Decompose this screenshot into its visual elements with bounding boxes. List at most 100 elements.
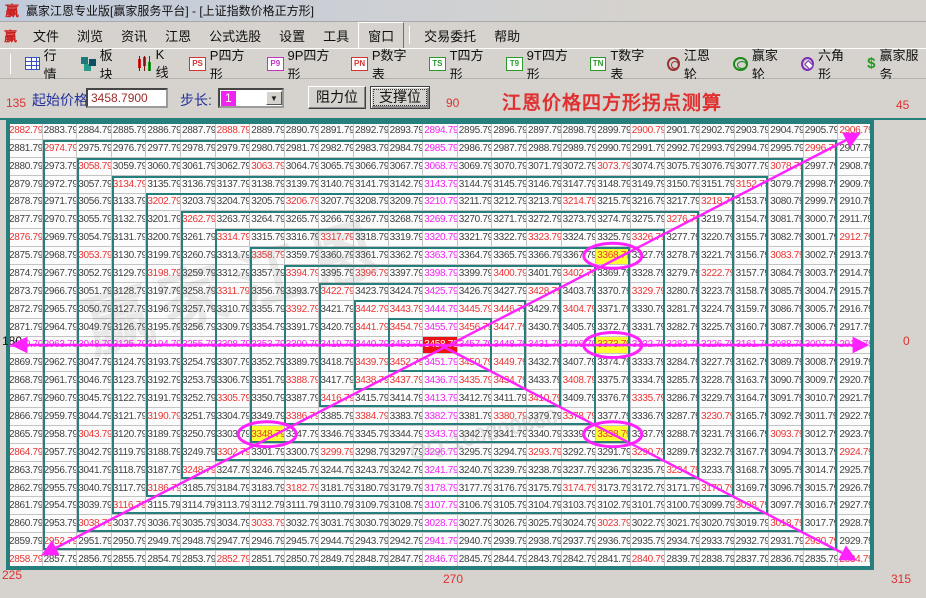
grid-cell[interactable]: 3251.7900 bbox=[181, 408, 215, 425]
grid-cell[interactable]: 2942.7900 bbox=[389, 533, 423, 550]
grid-cell[interactable]: 2975.7900 bbox=[77, 140, 111, 157]
grid-cell[interactable]: 3095.7900 bbox=[769, 462, 803, 479]
grid-cell[interactable]: 3259.7900 bbox=[181, 265, 215, 282]
grid-cell[interactable]: 2879.7900 bbox=[8, 176, 42, 193]
grid-cell[interactable]: 3070.7900 bbox=[492, 158, 526, 175]
grid-cell[interactable]: 3437.7900 bbox=[389, 372, 423, 389]
toolbar-item-3[interactable]: PSP四方形 bbox=[189, 45, 253, 83]
grid-cell[interactable]: 3420.7900 bbox=[319, 319, 353, 336]
grid-cell[interactable]: 2985.7900 bbox=[423, 140, 457, 157]
grid-cell[interactable]: 3235.7900 bbox=[631, 462, 665, 479]
grid-cell[interactable]: 2853.7900 bbox=[181, 551, 215, 568]
grid-cell[interactable]: 3131.7900 bbox=[112, 229, 146, 246]
grid-cell[interactable]: 3114.7900 bbox=[181, 497, 215, 514]
grid-cell[interactable]: 3298.7900 bbox=[354, 444, 388, 461]
grid-cell[interactable]: 3141.7900 bbox=[354, 176, 388, 193]
grid-cell[interactable]: 3363.7900 bbox=[423, 247, 457, 264]
grid-cell[interactable]: 2951.7900 bbox=[77, 533, 111, 550]
grid-cell[interactable]: 3071.7900 bbox=[527, 158, 561, 175]
grid-cell[interactable]: 3048.7900 bbox=[77, 337, 111, 354]
grid-cell[interactable]: 3096.7900 bbox=[769, 480, 803, 497]
grid-cell[interactable]: 3430.7900 bbox=[527, 319, 561, 336]
grid-cell[interactable]: 3383.7900 bbox=[389, 408, 423, 425]
grid-cell[interactable]: 3187.7900 bbox=[146, 462, 180, 479]
grid-cell[interactable]: 3105.7900 bbox=[492, 497, 526, 514]
grid-cell[interactable]: 3329.7900 bbox=[631, 283, 665, 300]
grid-cell[interactable]: 3060.7900 bbox=[146, 158, 180, 175]
grid-cell[interactable]: 3278.7900 bbox=[665, 247, 699, 264]
grid-cell[interactable]: 3415.7900 bbox=[354, 390, 388, 407]
grid-cell[interactable]: 3102.7900 bbox=[596, 497, 630, 514]
grid-cell[interactable]: 3431.7900 bbox=[527, 337, 561, 354]
grid-cell[interactable]: 2890.7900 bbox=[285, 122, 319, 139]
grid-cell[interactable]: 3130.7900 bbox=[112, 247, 146, 264]
grid-cell[interactable]: 3393.7900 bbox=[285, 283, 319, 300]
toolbar-item-6[interactable]: TST四方形 bbox=[429, 45, 492, 83]
grid-cell[interactable]: 3446.7900 bbox=[492, 301, 526, 318]
grid-cell[interactable]: 2866.7900 bbox=[8, 408, 42, 425]
grid-cell[interactable]: 3371.7900 bbox=[596, 301, 630, 318]
grid-cell[interactable]: 3098.7900 bbox=[735, 497, 769, 514]
grid-cell[interactable]: 3355.7900 bbox=[250, 301, 284, 318]
grid-cell[interactable]: 3031.7900 bbox=[319, 515, 353, 532]
grid-cell[interactable]: 2995.7900 bbox=[769, 140, 803, 157]
grid-cell[interactable]: 2888.7900 bbox=[216, 122, 250, 139]
grid-cell[interactable]: 3003.7900 bbox=[804, 265, 838, 282]
grid-cell[interactable]: 3041.7900 bbox=[77, 462, 111, 479]
grid-cell[interactable]: 2968.7900 bbox=[43, 247, 77, 264]
grid-cell[interactable]: 2873.7900 bbox=[8, 283, 42, 300]
grid-cell[interactable]: 2922.7900 bbox=[838, 408, 872, 425]
grid-cell[interactable]: 3047.7900 bbox=[77, 354, 111, 371]
grid-cell[interactable]: 3237.7900 bbox=[562, 462, 596, 479]
grid-cell[interactable]: 3156.7900 bbox=[735, 247, 769, 264]
grid-cell[interactable]: 2903.7900 bbox=[735, 122, 769, 139]
grid-cell[interactable]: 3245.7900 bbox=[285, 462, 319, 479]
grid-cell[interactable]: 3155.7900 bbox=[735, 229, 769, 246]
grid-cell[interactable]: 2918.7900 bbox=[838, 337, 872, 354]
grid-cell[interactable]: 3090.7900 bbox=[769, 372, 803, 389]
grid-cell[interactable]: 2916.7900 bbox=[838, 301, 872, 318]
toolbar-item-1[interactable]: 板块 bbox=[81, 45, 123, 83]
grid-cell[interactable]: 3227.7900 bbox=[700, 354, 734, 371]
grid-cell[interactable]: 3380.7900 bbox=[492, 408, 526, 425]
grid-cell[interactable]: 3286.7900 bbox=[665, 390, 699, 407]
grid-cell[interactable]: 3405.7900 bbox=[562, 319, 596, 336]
grid-cell[interactable]: 3185.7900 bbox=[181, 480, 215, 497]
grid-cell[interactable]: 2948.7900 bbox=[181, 533, 215, 550]
grid-cell[interactable]: 3254.7900 bbox=[181, 354, 215, 371]
grid-cell[interactable]: 3147.7900 bbox=[562, 176, 596, 193]
grid-cell[interactable]: 3206.7900 bbox=[285, 194, 319, 211]
grid-cell[interactable]: 3351.7900 bbox=[250, 372, 284, 389]
grid-cell[interactable]: 3320.7900 bbox=[423, 229, 457, 246]
grid-cell[interactable]: 3052.7900 bbox=[77, 265, 111, 282]
grid-cell[interactable]: 3038.7900 bbox=[77, 515, 111, 532]
grid-cell[interactable]: 2884.7900 bbox=[77, 122, 111, 139]
grid-cell[interactable]: 3285.7900 bbox=[665, 372, 699, 389]
grid-cell[interactable]: 3050.7900 bbox=[77, 301, 111, 318]
grid-cell[interactable]: 3168.7900 bbox=[735, 462, 769, 479]
grid-cell[interactable]: 3275.7900 bbox=[631, 211, 665, 228]
grid-cell[interactable]: 2872.7900 bbox=[8, 301, 42, 318]
grid-cell[interactable]: 2964.7900 bbox=[43, 319, 77, 336]
grid-cell[interactable]: 3188.7900 bbox=[146, 444, 180, 461]
grid-cell[interactable]: 3032.7900 bbox=[285, 515, 319, 532]
grid-cell[interactable]: 2976.7900 bbox=[112, 140, 146, 157]
grid-cell[interactable]: 3044.7900 bbox=[77, 408, 111, 425]
grid-cell[interactable]: 3116.7900 bbox=[112, 497, 146, 514]
grid-cell[interactable]: 3008.7900 bbox=[804, 354, 838, 371]
grid-cell[interactable]: 2979.7900 bbox=[216, 140, 250, 157]
grid-cell[interactable]: 3301.7900 bbox=[250, 444, 284, 461]
grid-cell[interactable]: 2927.7900 bbox=[838, 497, 872, 514]
grid-cell[interactable]: 2889.7900 bbox=[250, 122, 284, 139]
grid-cell[interactable]: 2896.7900 bbox=[492, 122, 526, 139]
grid-cell[interactable]: 3124.7900 bbox=[112, 354, 146, 371]
grid-cell[interactable]: 2999.7900 bbox=[804, 194, 838, 211]
grid-cell[interactable]: 2956.7900 bbox=[43, 462, 77, 479]
grid-cell[interactable]: 3027.7900 bbox=[458, 515, 492, 532]
grid-cell[interactable]: 3230.7900 bbox=[700, 408, 734, 425]
grid-cell[interactable]: 3213.7900 bbox=[527, 194, 561, 211]
grid-cell[interactable]: 3385.7900 bbox=[319, 408, 353, 425]
grid-cell[interactable]: 3166.7900 bbox=[735, 426, 769, 443]
grid-cell[interactable]: 3388.7900 bbox=[285, 372, 319, 389]
grid-cell[interactable]: 2856.7900 bbox=[77, 551, 111, 568]
